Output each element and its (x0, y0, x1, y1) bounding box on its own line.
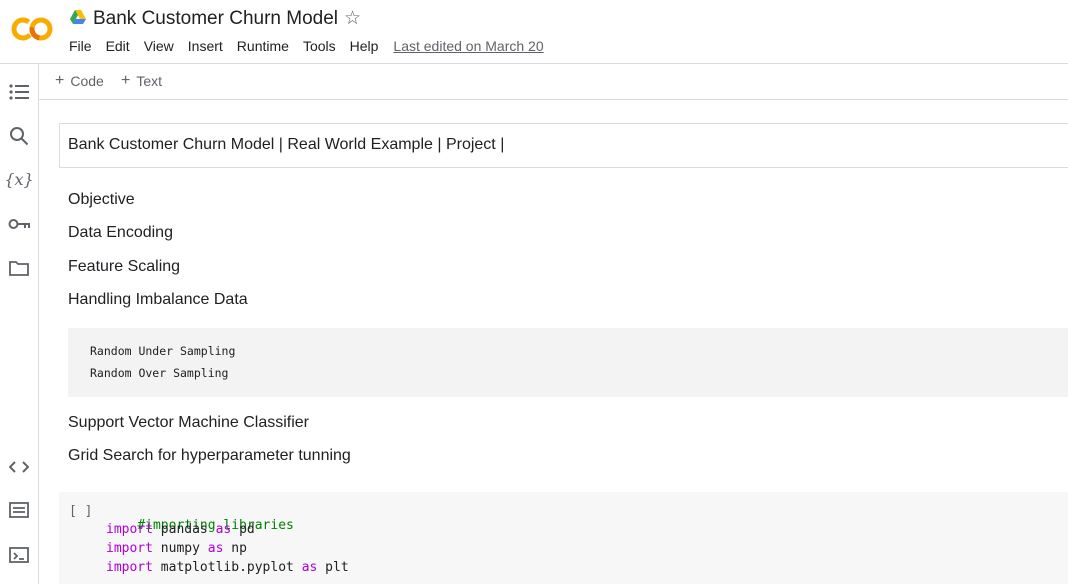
add-code-cell-button[interactable]: + Code (55, 72, 104, 90)
menu-file[interactable]: File (69, 38, 92, 54)
table-of-contents-icon[interactable] (7, 80, 31, 104)
left-sidebar: {x} (0, 64, 39, 584)
plus-icon: + (121, 72, 131, 89)
code-alias: plt (325, 560, 349, 575)
terminal-icon[interactable] (7, 543, 31, 567)
code-keyword: as (215, 522, 232, 537)
secrets-key-icon[interactable] (7, 212, 31, 236)
code-line-import: import matplotlib.pyplot as plt (106, 560, 349, 575)
markdown-code-block: Random Under Sampling Random Over Sampli… (68, 328, 1068, 397)
colab-logo[interactable] (10, 12, 54, 46)
code-line-import: import pandas as pd (106, 522, 255, 537)
star-icon[interactable]: ☆ (344, 8, 361, 30)
google-drive-icon[interactable] (70, 10, 86, 24)
add-code-label: Code (70, 73, 104, 89)
menu-edit[interactable]: Edit (106, 38, 130, 54)
search-icon[interactable] (7, 124, 31, 148)
text-cell-title[interactable]: Bank Customer Churn Model | Real World E… (59, 123, 1068, 168)
code-keyword: as (301, 560, 318, 575)
title-cell-text: Bank Customer Churn Model | Real World E… (68, 136, 505, 153)
plus-icon: + (55, 72, 65, 89)
variables-icon[interactable]: {x} (4, 167, 33, 191)
code-alias: np (231, 541, 247, 556)
code-keyword: as (207, 541, 224, 556)
menu-bar: File Edit View Insert Runtime Tools Help… (69, 38, 544, 54)
command-palette-icon[interactable] (7, 498, 31, 522)
code-cell-imports[interactable]: [ ] #importing libraries import pandas a… (59, 492, 1068, 584)
code-snippets-icon[interactable] (7, 455, 31, 479)
menu-help[interactable]: Help (350, 38, 379, 54)
md-item-svm: Support Vector Machine Classifier (68, 414, 309, 431)
run-cell-button[interactable]: [ ] (69, 504, 92, 519)
md-item-imbalance: Handling Imbalance Data (68, 291, 248, 308)
md-item-objective: Objective (68, 191, 135, 208)
menu-view[interactable]: View (144, 38, 174, 54)
add-text-cell-button[interactable]: + Text (121, 72, 163, 90)
notebook-title[interactable]: Bank Customer Churn Model (93, 8, 338, 30)
code-keyword: import (106, 560, 153, 575)
app-header: Bank Customer Churn Model ☆ File Edit Vi… (0, 0, 1068, 64)
menu-insert[interactable]: Insert (188, 38, 223, 54)
md-item-data-encoding: Data Encoding (68, 224, 173, 241)
code-module: numpy (160, 541, 200, 556)
code-block-line: Random Under Sampling (90, 344, 236, 358)
code-module: pandas (160, 522, 208, 537)
code-module: matplotlib.pyplot (160, 560, 294, 575)
cell-toolbar: + Code + Text (39, 64, 1068, 100)
add-text-label: Text (136, 73, 163, 89)
code-block-line: Random Over Sampling (90, 366, 229, 380)
files-folder-icon[interactable] (7, 256, 31, 280)
md-item-grid-search: Grid Search for hyperparameter tunning (68, 447, 351, 464)
code-keyword: import (106, 541, 153, 556)
code-alias: pd (239, 522, 255, 537)
menu-runtime[interactable]: Runtime (237, 38, 289, 54)
code-line-import: import numpy as np (106, 541, 247, 556)
code-keyword: import (106, 522, 153, 537)
menu-tools[interactable]: Tools (303, 38, 336, 54)
last-edited-link[interactable]: Last edited on March 20 (393, 38, 543, 54)
md-item-feature-scaling: Feature Scaling (68, 258, 181, 275)
